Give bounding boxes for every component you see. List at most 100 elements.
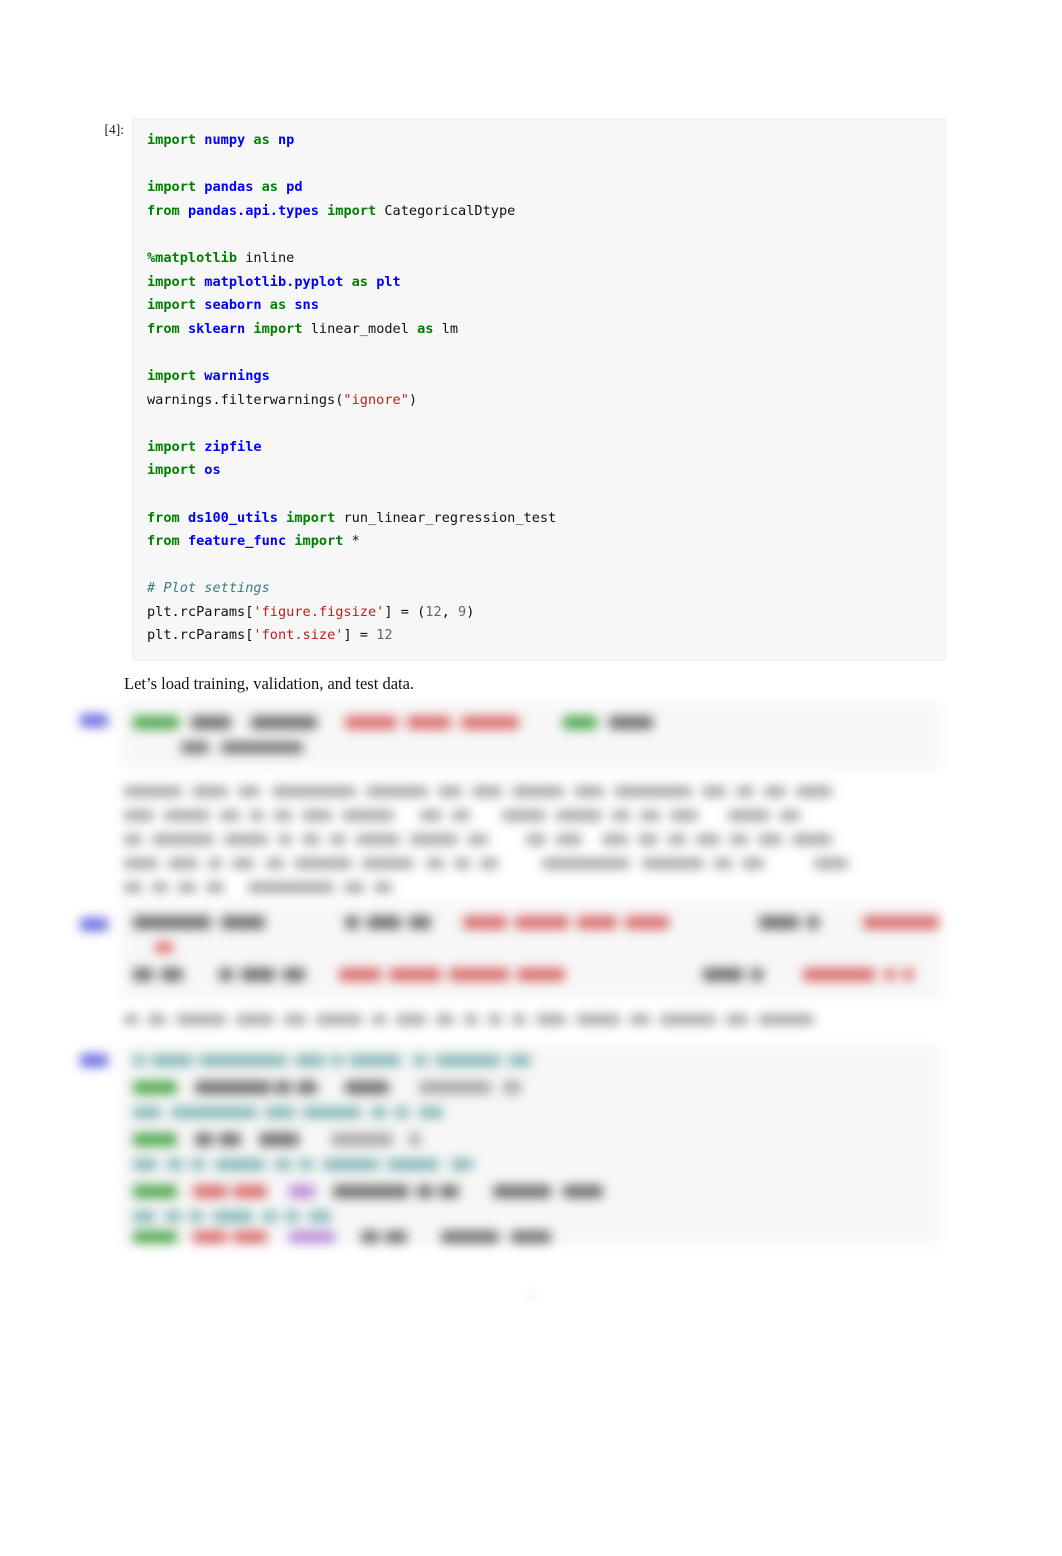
- code-token: os: [204, 462, 221, 479]
- code-line: import os: [147, 459, 933, 483]
- code-token: ,: [441, 603, 459, 620]
- code-token: as: [351, 273, 368, 290]
- markdown-paragraph-1: Let’s load training, validation, and tes…: [124, 674, 415, 693]
- code-token: as: [261, 179, 278, 196]
- cell-3-prompt-blurred: [80, 918, 110, 932]
- code-token: ): [466, 603, 475, 620]
- code-token: 'figure.figsize': [253, 603, 385, 620]
- code-cell-1: [4]: import numpy as np import pandas as…: [78, 118, 946, 662]
- code-token: import: [147, 462, 197, 479]
- code-token: warnings.filterwarnings(: [147, 391, 344, 408]
- code-token: inline: [237, 249, 295, 266]
- code-token: 12: [376, 627, 393, 644]
- code-token: numpy: [204, 132, 246, 148]
- code-token: import: [147, 273, 197, 290]
- code-line: import warnings: [147, 365, 933, 389]
- code-line: warnings.filterwarnings("ignore"): [147, 389, 933, 413]
- code-line: from pandas.api.types import Categorical…: [147, 200, 933, 224]
- code-token: run_linear_regression_test: [343, 509, 557, 526]
- code-token: from: [147, 320, 180, 337]
- code-token: 12: [425, 603, 442, 620]
- code-token: *: [351, 533, 360, 550]
- code-token: import: [147, 367, 197, 384]
- code-token: pandas.api.types: [187, 202, 319, 219]
- code-cell-2-blurred[interactable]: [122, 703, 940, 769]
- code-editor-area[interactable]: import numpy as np import pandas as pd fr…: [132, 118, 946, 662]
- code-token: import: [147, 297, 197, 314]
- code-token: import: [253, 320, 303, 337]
- code-token: feature_func: [187, 533, 287, 550]
- markdown-paragraph-3-blurred: [120, 1012, 944, 1034]
- code-token: as: [269, 297, 287, 314]
- code-token: matplotlib.pyplot: [204, 273, 344, 290]
- code-token: import: [147, 438, 197, 455]
- code-token: pandas: [204, 179, 254, 196]
- code-token: ): [408, 391, 418, 408]
- notebook-page: [4]: import numpy as np import pandas as…: [0, 0, 1062, 1556]
- code-token: warnings: [204, 367, 270, 384]
- code-token: %matplotlib: [147, 249, 238, 266]
- code-line: import seaborn as sns: [147, 294, 933, 318]
- code-token: ] = (: [384, 603, 426, 620]
- code-token: sklearn: [187, 320, 246, 337]
- code-token: 'font.size': [253, 627, 344, 644]
- code-token: sns: [294, 297, 319, 314]
- code-line: from ds100_utils import run_linear_regre…: [147, 507, 933, 531]
- code-line: from feature_func import *: [147, 530, 933, 554]
- code-cell-4-blurred[interactable]: [122, 1046, 940, 1244]
- cell-4-prompt-blurred: [80, 1054, 110, 1068]
- code-token: from: [147, 202, 180, 219]
- code-token: import: [147, 179, 197, 196]
- code-token: from: [147, 533, 180, 550]
- code-line: plt.rcParams['figure.figsize'] = (12, 9): [147, 601, 933, 625]
- code-line: plt.rcParams['font.size'] = 12: [147, 624, 933, 648]
- page-number: 1: [527, 1288, 535, 1303]
- code-token: import: [294, 533, 344, 550]
- code-line: from sklearn import linear_model as lm: [147, 318, 933, 342]
- markdown-paragraph-2-blurred: [120, 782, 944, 894]
- code-token: CategoricalDtype: [384, 202, 516, 219]
- code-token: 9: [458, 603, 467, 620]
- code-cell-3-blurred[interactable]: [122, 903, 940, 997]
- code-token: "ignore": [343, 391, 409, 408]
- code-line: import zipfile: [147, 436, 933, 460]
- code-token: pd: [286, 179, 303, 196]
- cell-prompt-label: [4]:: [104, 122, 125, 137]
- code-token: plt: [376, 273, 401, 290]
- code-token: ds100_utils: [187, 509, 278, 526]
- code-token: import: [286, 509, 336, 526]
- code-token: linear_model: [310, 320, 409, 337]
- code-token: as: [253, 132, 270, 148]
- code-token: ] =: [343, 627, 377, 644]
- code-token: plt.rcParams[: [147, 627, 254, 644]
- code-line: import numpy as np: [147, 129, 933, 153]
- code-token: plt.rcParams[: [147, 603, 254, 620]
- code-token: seaborn: [204, 297, 262, 314]
- cell-2-prompt-blurred: [80, 714, 110, 728]
- code-token: import: [327, 202, 377, 219]
- code-line: import pandas as pd: [147, 176, 933, 200]
- code-token: zipfile: [204, 438, 262, 455]
- code-token: from: [147, 509, 180, 526]
